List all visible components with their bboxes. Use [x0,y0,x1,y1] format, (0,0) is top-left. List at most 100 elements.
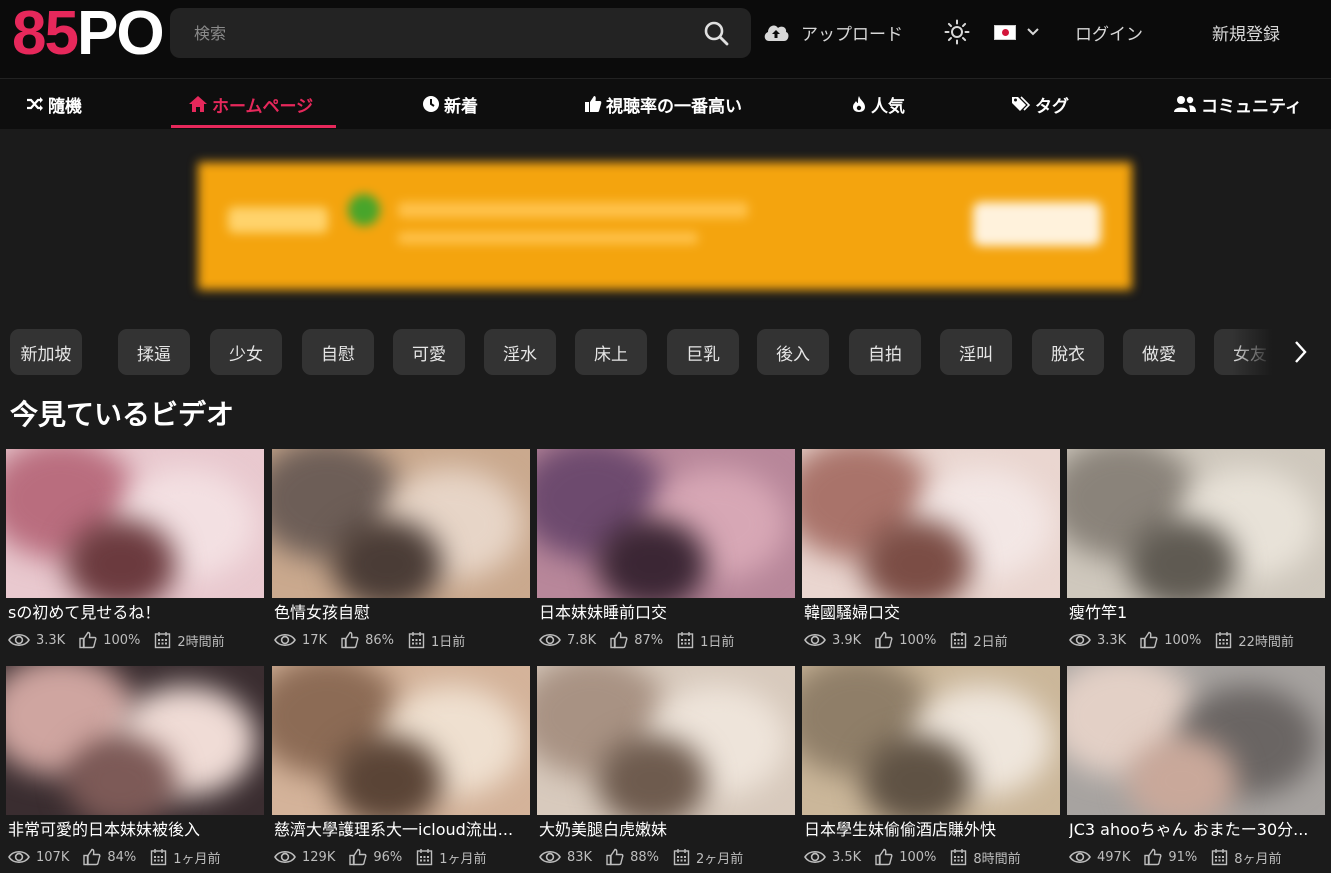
video-thumbnail[interactable] [537,666,795,815]
tag-chip[interactable]: 床上 [575,329,647,375]
video-title[interactable]: 日本學生妹偷偷酒店賺外快 [804,816,1060,838]
upload-time: 1日前 [700,634,735,650]
eye-icon [539,633,561,647]
video-card[interactable]: 非常可愛的日本妹妹被後入 107K 84% 1ヶ月前 [6,666,264,873]
thumbs-up-icon [875,631,893,649]
tags-icon [1012,96,1031,111]
language-selector[interactable] [994,0,1040,64]
view-count: 3.9K [832,632,862,648]
eye-icon [274,850,296,864]
thumbs-up-icon [349,848,367,866]
thumbs-up-icon [83,848,101,866]
nav-top-rated[interactable]: 視聴率の一番高い [584,79,742,129]
eye-icon [1069,850,1091,864]
video-title[interactable]: JC3 ahooちゃん おまたー30分... [1069,816,1325,838]
tag-chip[interactable]: 淫叫 [940,329,1012,375]
tag-chip[interactable]: 少女 [210,329,282,375]
upload-button[interactable]: アップロード [763,0,903,64]
rating-percent: 91% [1168,849,1198,865]
register-label: 新規登録 [1212,24,1280,45]
video-card[interactable]: 大奶美腿白虎嫩妹 83K 88% 2ヶ月前 [537,666,795,873]
tag-chip[interactable]: 新加坡 [10,329,82,375]
login-button[interactable]: ログイン [1075,0,1143,64]
nav-community[interactable]: コミュニティ [1173,79,1302,129]
nav-popular[interactable]: 人気 [851,79,905,129]
video-card[interactable]: 日本學生妹偷偷酒店賺外快 3.5K 100% 8時間前 [802,666,1060,873]
video-thumbnail[interactable] [802,449,1060,598]
calendar-icon [951,632,967,649]
upload-time: 8ヶ月前 [1234,851,1282,867]
search-icon[interactable] [703,20,729,46]
video-card[interactable]: 日本妹妹睡前口交 7.8K 87% 1日前 [537,449,795,659]
video-thumbnail[interactable] [6,449,264,598]
sun-icon [944,19,970,45]
video-card[interactable]: sの初めて見せるね！ 3.3K 100% 2時間前 [6,449,264,659]
video-title[interactable]: 慈濟大學護理系大一icloud流出... [274,816,530,838]
video-title[interactable]: 日本妹妹睡前口交 [539,599,795,621]
tag-chip[interactable]: 自慰 [302,329,374,375]
section-title: 今見ているビデオ [10,398,235,431]
video-title[interactable]: 瘦竹竿1 [1069,599,1325,621]
tag-chip[interactable]: 可愛 [393,329,465,375]
video-meta: 107K 84% 1ヶ月前 [8,847,235,867]
nav-new[interactable]: 新着 [422,79,478,129]
tag-chip[interactable]: 揉逼 [118,329,190,375]
video-thumbnail[interactable] [1067,666,1325,815]
users-icon [1174,96,1196,112]
video-card[interactable]: JC3 ahooちゃん おまたー30分... 497K 91% 8ヶ月前 [1067,666,1325,873]
video-title[interactable]: 色情女孩自慰 [274,599,530,621]
tag-chip[interactable]: 自拍 [849,329,921,375]
tag-chip[interactable]: 做愛 [1123,329,1195,375]
rating-percent: 100% [1164,632,1202,648]
tag-chip[interactable]: 淫水 [484,329,556,375]
tag-chip[interactable]: 脫衣 [1032,329,1104,375]
nav-tags[interactable]: タグ [1011,79,1069,129]
tag-chip[interactable]: 後入 [757,329,829,375]
search-bar [170,8,751,58]
rating-percent: 100% [103,632,141,648]
video-card[interactable]: 瘦竹竿1 3.3K 100% 22時間前 [1067,449,1325,659]
theme-toggle[interactable] [944,0,970,64]
site-logo[interactable]: 85 PO [12,0,165,68]
calendar-icon [677,632,694,649]
view-count: 129K [302,849,336,865]
upload-time: 2ヶ月前 [695,851,744,867]
calendar-icon [1212,849,1228,866]
video-title[interactable]: 韓國騷婦口交 [804,599,1060,621]
nav-random[interactable]: 隨機 [26,79,82,129]
register-button[interactable]: 新規登録 [1212,0,1280,64]
tag-chip[interactable]: 巨乳 [667,329,739,375]
video-thumbnail[interactable] [6,666,264,815]
video-thumbnail[interactable] [272,449,530,598]
search-input[interactable] [170,8,690,58]
video-title[interactable]: sの初めて見せるね！ [8,599,264,621]
tags-next-button[interactable] [1286,336,1314,368]
upload-time: 1ヶ月前 [439,851,487,867]
video-title[interactable]: 大奶美腿白虎嫩妹 [539,816,795,838]
video-title[interactable]: 非常可愛的日本妹妹被後入 [8,816,264,838]
eye-icon [1069,633,1091,647]
eye-icon [274,633,296,647]
calendar-icon [155,632,171,649]
video-thumbnail[interactable] [537,449,795,598]
nav-home[interactable]: ホームページ [188,79,313,129]
view-count: 3.3K [36,632,66,648]
video-card[interactable]: 慈濟大學護理系大一icloud流出... 129K 96% 1ヶ月前 [272,666,530,873]
video-thumbnail[interactable] [272,666,530,815]
upload-label: アップロード [801,24,903,45]
chevron-right-icon [1295,341,1307,363]
logo-letters: PO [76,0,165,68]
upload-time: 2日前 [973,634,1008,650]
calendar-icon [1216,632,1232,649]
thumbs-up-icon [606,848,624,866]
video-thumbnail[interactable] [802,666,1060,815]
ad-banner[interactable] [198,162,1132,290]
video-card[interactable]: 色情女孩自慰 17K 86% 1日前 [272,449,530,659]
video-meta: 129K 96% 1ヶ月前 [274,847,501,867]
video-card[interactable]: 韓國騷婦口交 3.9K 100% 2日前 [802,449,1060,659]
rating-percent: 100% [899,632,937,648]
thumbs-up-icon [341,631,359,649]
rating-percent: 100% [899,849,937,865]
thumbs-up-icon [1140,631,1158,649]
video-thumbnail[interactable] [1067,449,1325,598]
